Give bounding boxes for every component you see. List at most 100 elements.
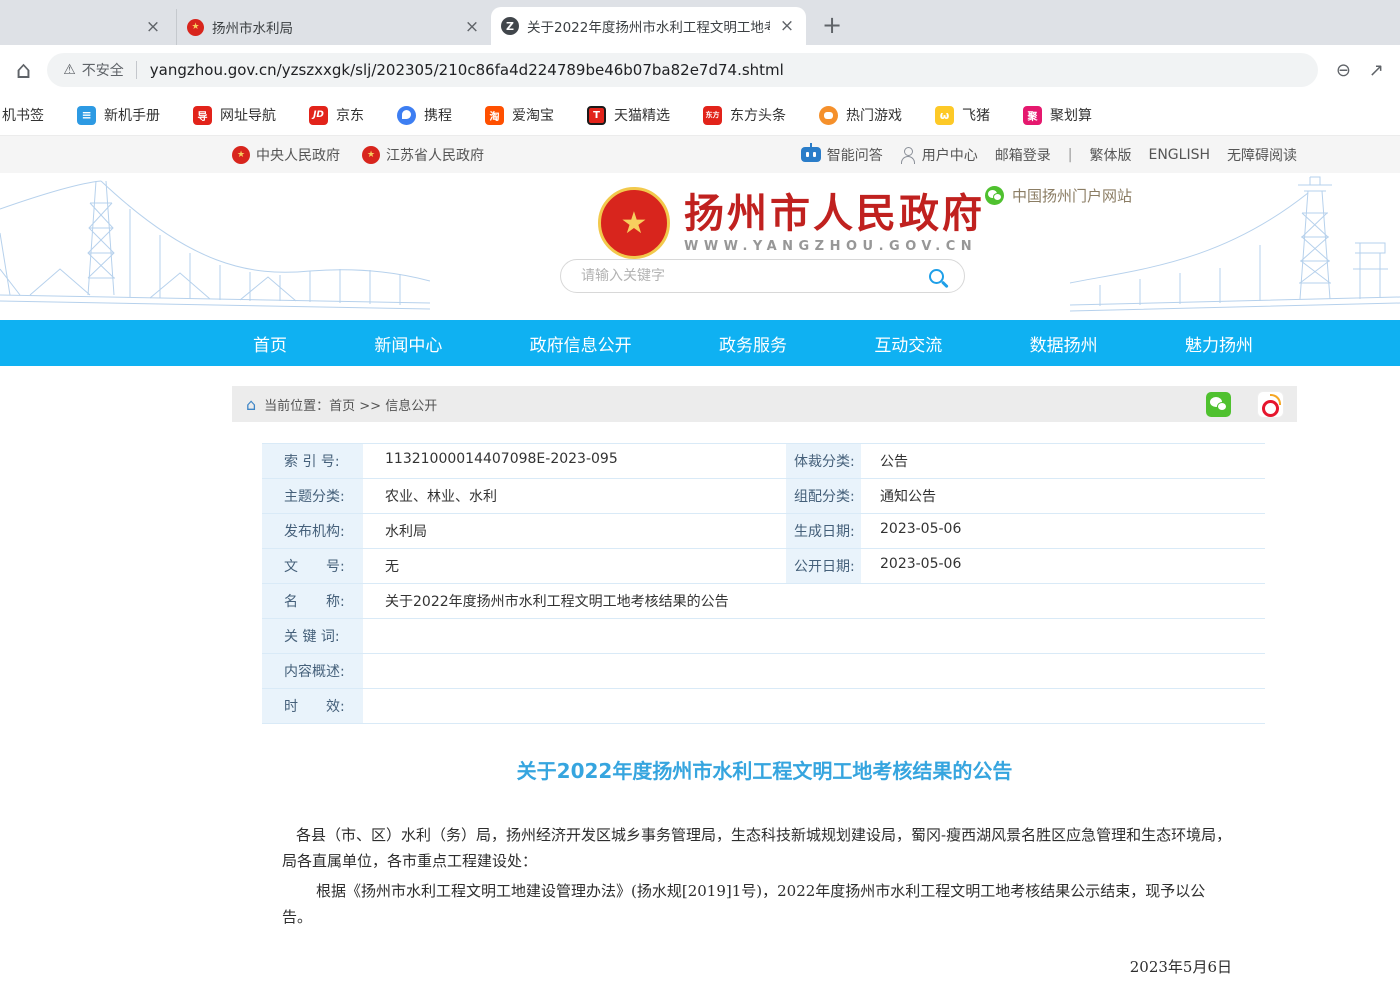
doc-name: 关于2022年度扬州市水利工程文明工地考核结果的公告 bbox=[366, 584, 1265, 618]
page-content: ⌂ 当前位置：首页 >> 信息公开 索 引 号: 113210000144070… bbox=[232, 386, 1297, 997]
zoom-out-icon[interactable]: ⊖ bbox=[1336, 60, 1351, 81]
article-title: 关于2022年度扬州市水利工程文明工地考核结果的公告 bbox=[232, 756, 1297, 786]
nav-interaction[interactable]: 互动交流 bbox=[874, 331, 942, 356]
breadcrumb-text: 当前位置：首页 >> 信息公开 bbox=[264, 395, 437, 414]
article-paragraph: 各县（市、区）水利（务）局，扬州经济开发区城乡事务管理局，生态科技新城规划建设局… bbox=[282, 822, 1232, 874]
east-news-icon: 东方 bbox=[703, 106, 722, 125]
nav-news[interactable]: 新闻中心 bbox=[374, 331, 442, 356]
nav-info-disclosure[interactable]: 政府信息公开 bbox=[530, 331, 632, 356]
bookmark-shouji-shuqian[interactable]: 机书签 bbox=[2, 105, 44, 125]
gov-emblem-favicon: ★ bbox=[187, 19, 204, 36]
security-label: 不安全 bbox=[82, 60, 124, 80]
gov-emblem-icon: ★ bbox=[362, 146, 380, 164]
bookmarks-bar: 机书签 ≡ 新机手册 导 网址导航 JD 京东 携程 淘 爱淘宝 T 天猫精选 … bbox=[0, 95, 1400, 135]
address-bar: ⌂ ⚠ 不安全 yangzhou.gov.cn/yzszxxgk/slj/202… bbox=[0, 45, 1400, 95]
tab-title: 扬州市水利局 bbox=[212, 17, 455, 37]
table-row: 主题分类: 农业、林业、水利 组配分类: 通知公告 bbox=[262, 479, 1265, 514]
url-omnibox[interactable]: ⚠ 不安全 yangzhou.gov.cn/yzszxxgk/slj/20230… bbox=[47, 53, 1318, 87]
article: 关于2022年度扬州市水利工程文明工地考核结果的公告 各县（市、区）水利（务）局… bbox=[232, 756, 1297, 997]
table-row: 时 效: bbox=[262, 689, 1265, 724]
smart-qa-link[interactable]: 智能问答 bbox=[801, 145, 883, 165]
robot-icon bbox=[801, 147, 821, 162]
summary bbox=[366, 654, 1265, 688]
site-name: 扬州市人民政府 bbox=[684, 192, 985, 236]
gov-emblem-icon: ★ bbox=[232, 146, 250, 164]
taobao-icon: 淘 bbox=[485, 106, 504, 125]
tab-bar: × ★ 扬州市水利局 × Z 关于2022年度扬州市水利工程文明工地考核结果的公… bbox=[0, 0, 1400, 45]
created-date: 2023-05-06 bbox=[864, 514, 1265, 548]
site-favicon: Z bbox=[501, 17, 519, 35]
not-secure-warning-icon[interactable]: ⚠ bbox=[63, 62, 76, 78]
nav-services[interactable]: 政务服务 bbox=[719, 331, 787, 356]
close-tab-icon[interactable]: × bbox=[463, 17, 481, 37]
juhuasuan-icon: 聚 bbox=[1023, 106, 1042, 125]
bookmark-wangzhi-daohang[interactable]: 导 网址导航 bbox=[193, 105, 276, 125]
table-row: 发布机构: 水利局 生成日期: 2023-05-06 bbox=[262, 514, 1265, 549]
tab-shuiliju[interactable]: ★ 扬州市水利局 × bbox=[176, 9, 491, 45]
breadcrumb: ⌂ 当前位置：首页 >> 信息公开 bbox=[232, 386, 1297, 422]
bookmark-ctrip[interactable]: 携程 bbox=[397, 105, 452, 125]
close-tab-icon[interactable]: × bbox=[144, 17, 162, 37]
bookmark-juhuasuan[interactable]: 聚 聚划算 bbox=[1023, 105, 1092, 125]
bookmark-dongfang-toutiao[interactable]: 东方 东方头条 bbox=[703, 105, 786, 125]
bookmark-aitaobao[interactable]: 淘 爱淘宝 bbox=[485, 105, 554, 125]
new-tab-button[interactable]: + bbox=[822, 11, 842, 39]
bookmark-remen-youxi[interactable]: 热门游戏 bbox=[819, 105, 902, 125]
tab-active-announcement[interactable]: Z 关于2022年度扬州市水利工程文明工地考核结果的公告 × bbox=[491, 7, 806, 45]
genre-category: 公告 bbox=[864, 444, 1265, 478]
article-date: 2023年5月6日 bbox=[282, 956, 1232, 977]
nav-data[interactable]: 数据扬州 bbox=[1030, 331, 1098, 356]
bookmark-feizhu[interactable]: ω 飞猪 bbox=[935, 105, 990, 125]
user-center-link[interactable]: 用户中心 bbox=[900, 145, 978, 165]
publish-date: 2023-05-06 bbox=[864, 549, 1265, 583]
traditional-chinese-link[interactable]: 繁体版 bbox=[1089, 145, 1131, 165]
tab-title: 关于2022年度扬州市水利工程文明工地考核结果的公告 bbox=[527, 16, 770, 36]
table-row: 内容概述: bbox=[262, 654, 1265, 689]
tab-hidden[interactable]: × bbox=[0, 9, 176, 45]
breadcrumb-home-icon[interactable]: ⌂ bbox=[246, 395, 256, 414]
share-icon[interactable]: ↗ bbox=[1369, 60, 1384, 81]
keywords bbox=[366, 619, 1265, 653]
publisher: 水利局 bbox=[366, 514, 783, 548]
nav-charm[interactable]: 魅力扬州 bbox=[1185, 331, 1253, 356]
separator: | bbox=[1068, 147, 1073, 163]
site-banner: ★ 扬州市人民政府 WWW.YANGZHOU.GOV.CN 中国扬州门户网站 bbox=[0, 173, 1400, 320]
table-row: 名 称: 关于2022年度扬州市水利工程文明工地考核结果的公告 bbox=[262, 584, 1265, 619]
english-link[interactable]: ENGLISH bbox=[1148, 147, 1210, 163]
ctrip-dolphin-icon bbox=[397, 106, 416, 125]
link-jiangsu-gov[interactable]: ★ 江苏省人民政府 bbox=[362, 145, 484, 165]
table-row: 索 引 号: 11321000014407098E-2023-095 体裁分类:… bbox=[262, 444, 1265, 479]
search-input[interactable] bbox=[561, 268, 929, 284]
validity bbox=[366, 689, 1265, 723]
accessibility-link[interactable]: 无障碍阅读 bbox=[1227, 145, 1297, 165]
link-central-gov[interactable]: ★ 中央人民政府 bbox=[232, 145, 340, 165]
site-logo: ★ 扬州市人民政府 WWW.YANGZHOU.GOV.CN bbox=[598, 187, 985, 259]
search-icon[interactable] bbox=[929, 269, 944, 284]
site-url-label: WWW.YANGZHOU.GOV.CN bbox=[684, 239, 985, 254]
wechat-icon bbox=[985, 186, 1004, 205]
table-row: 文 号: 无 公开日期: 2023-05-06 bbox=[262, 549, 1265, 584]
close-tab-icon[interactable]: × bbox=[778, 16, 796, 36]
bridge-artwork-left bbox=[0, 173, 430, 320]
tmall-icon: T bbox=[587, 106, 606, 125]
manual-icon: ≡ bbox=[77, 106, 96, 125]
nav-home[interactable]: 首页 bbox=[253, 331, 287, 356]
article-paragraph: 根据《扬州市水利工程文明工地建设管理办法》(扬水规[2019]1号)，2022年… bbox=[282, 878, 1232, 930]
omnibox-divider bbox=[136, 61, 137, 79]
share-weibo-icon[interactable] bbox=[1258, 392, 1283, 417]
utility-bar: ★ 中央人民政府 ★ 江苏省人民政府 智能问答 用户中心 邮箱登录 | 繁体版 … bbox=[0, 135, 1400, 173]
bookmark-xinji-shouce[interactable]: ≡ 新机手册 bbox=[77, 105, 160, 125]
bookmark-tmall[interactable]: T 天猫精选 bbox=[587, 105, 670, 125]
fliggy-pig-icon: ω bbox=[935, 106, 954, 125]
home-icon[interactable]: ⌂ bbox=[16, 56, 31, 84]
index-number: 11321000014407098E-2023-095 bbox=[366, 444, 783, 478]
bookmark-jd[interactable]: JD 京东 bbox=[309, 105, 364, 125]
person-icon bbox=[900, 147, 916, 163]
topic-category: 农业、林业、水利 bbox=[366, 479, 783, 513]
url-text: yangzhou.gov.cn/yzszxxgk/slj/202305/210c… bbox=[150, 61, 784, 79]
main-nav: 首页 新闻中心 政府信息公开 政务服务 互动交流 数据扬州 魅力扬州 bbox=[0, 320, 1400, 366]
portal-link[interactable]: 中国扬州门户网站 bbox=[985, 185, 1132, 206]
share-wechat-icon[interactable] bbox=[1206, 392, 1231, 417]
mail-login-link[interactable]: 邮箱登录 bbox=[995, 145, 1051, 165]
jd-icon: JD bbox=[309, 106, 328, 125]
